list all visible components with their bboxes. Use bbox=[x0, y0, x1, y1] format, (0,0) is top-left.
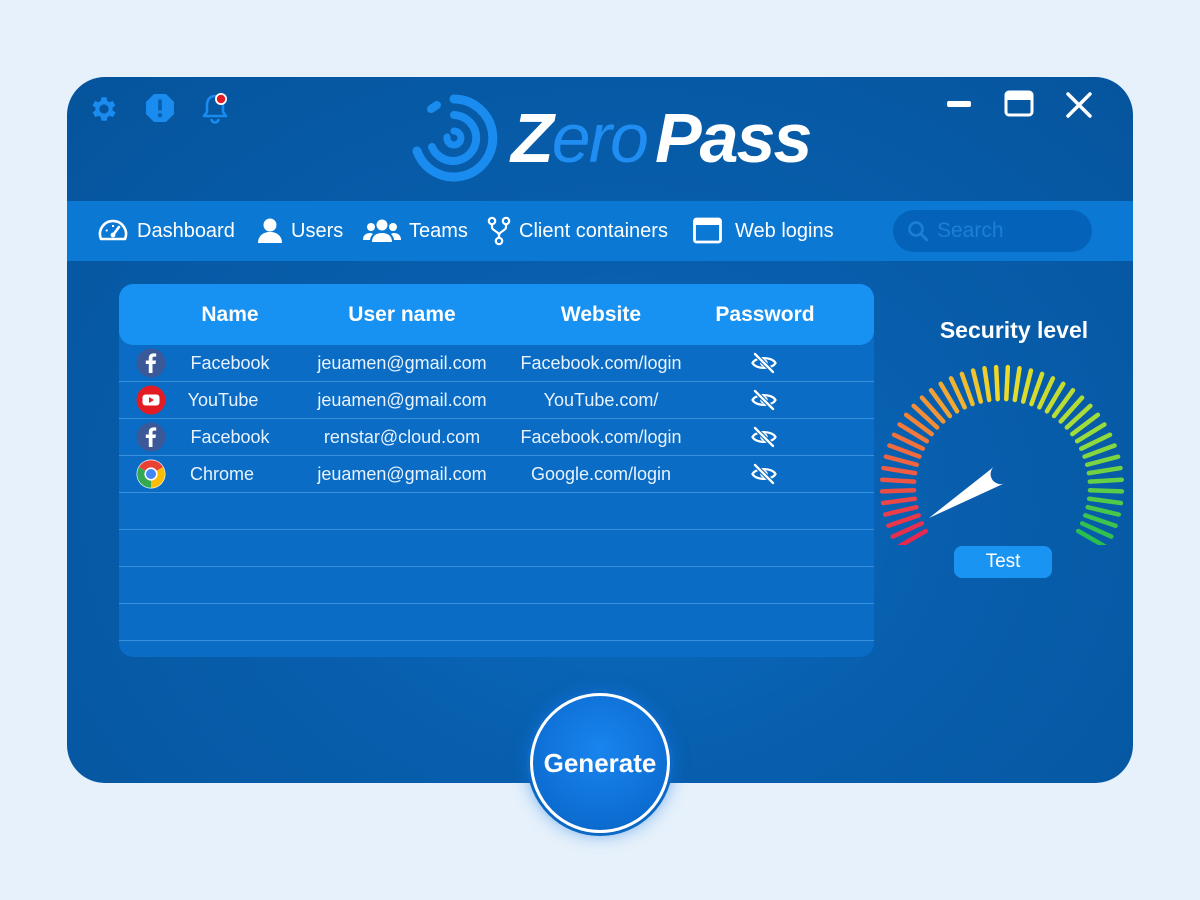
row-website: YouTube.com/ bbox=[543, 390, 659, 410]
gear-icon[interactable] bbox=[88, 93, 120, 130]
empty-row bbox=[119, 567, 874, 604]
row-name: Facebook bbox=[190, 427, 270, 447]
gauge-tick bbox=[881, 465, 918, 476]
team-icon bbox=[363, 219, 401, 242]
table-row[interactable]: Chrome jeuamen@gmail.com Google.com/logi… bbox=[119, 456, 874, 493]
logo-mark-icon bbox=[412, 94, 498, 182]
search-input[interactable] bbox=[937, 219, 1077, 243]
gauge-tick bbox=[993, 364, 1000, 402]
gauge-tick bbox=[879, 487, 917, 494]
gauge-tick bbox=[1083, 513, 1118, 528]
security-level-title: Security level bbox=[939, 317, 1089, 343]
nav-label-dashboard: Dashboard bbox=[137, 219, 235, 242]
app-window: Zero Pass Dashboard Users Teams Client co… bbox=[67, 77, 1133, 783]
nav-item-dashboard[interactable]: Dashboard bbox=[97, 201, 235, 261]
window-icon bbox=[693, 217, 722, 244]
gauge-tick bbox=[1012, 366, 1022, 403]
gauge-needle-shape bbox=[929, 465, 1006, 518]
nav-label-teams: Teams bbox=[409, 219, 468, 242]
eye-off-icon[interactable] bbox=[751, 352, 777, 374]
eye-off-icon[interactable] bbox=[751, 426, 777, 448]
row-username: jeuamen@gmail.com bbox=[317, 353, 487, 373]
nav-label-users: Users bbox=[291, 219, 344, 242]
table-row[interactable]: Facebook renstar@cloud.com Facebook.com/… bbox=[119, 419, 874, 456]
alert-icon[interactable] bbox=[144, 92, 176, 129]
row-website: Google.com/login bbox=[530, 464, 672, 484]
nav-item-users[interactable]: Users bbox=[257, 201, 343, 261]
gauge-tick bbox=[886, 513, 921, 528]
main-nav: Dashboard Users Teams Client containers … bbox=[67, 201, 1133, 261]
nav-item-teams[interactable]: Teams bbox=[363, 201, 468, 261]
header-name: Name bbox=[201, 303, 259, 326]
gauge-needle bbox=[929, 465, 1006, 518]
security-gauge bbox=[879, 364, 1125, 545]
header-password: Password bbox=[715, 303, 815, 326]
empty-row bbox=[119, 493, 874, 530]
eye-off-icon[interactable] bbox=[751, 463, 777, 485]
bell-icon[interactable] bbox=[199, 91, 231, 130]
gauge-tick bbox=[1084, 454, 1121, 467]
minimize-icon[interactable] bbox=[946, 97, 972, 115]
header-username: User name bbox=[348, 303, 456, 326]
gauge-tick bbox=[880, 496, 918, 506]
facebook-icon bbox=[136, 422, 166, 452]
nav-item-web-logins[interactable]: Web logins bbox=[693, 201, 834, 261]
app-logo: Zero Pass bbox=[407, 91, 827, 185]
gauge-tick bbox=[879, 477, 917, 484]
gauge-tick bbox=[1085, 504, 1122, 517]
row-website: Facebook.com/login bbox=[520, 353, 682, 373]
speedometer-icon bbox=[98, 219, 128, 241]
search-icon bbox=[908, 221, 929, 242]
search-box bbox=[893, 210, 1092, 252]
gauge-tick bbox=[982, 366, 992, 403]
gauge-tick bbox=[882, 504, 919, 517]
gauge-tick bbox=[1086, 465, 1123, 476]
gauge-tick bbox=[1086, 496, 1124, 506]
user-icon bbox=[258, 218, 282, 243]
gauge-tick bbox=[1004, 364, 1011, 402]
row-username: jeuamen@gmail.com bbox=[317, 390, 487, 410]
gauge-tick bbox=[1087, 477, 1125, 484]
gauge-tick bbox=[1087, 487, 1125, 494]
test-button[interactable]: Test bbox=[954, 546, 1052, 578]
gauge-tick bbox=[970, 368, 984, 404]
row-website: Facebook.com/login bbox=[520, 427, 682, 447]
empty-row bbox=[119, 530, 874, 567]
empty-row bbox=[119, 604, 874, 641]
nav-label-client-containers: Client containers bbox=[519, 219, 668, 242]
nav-item-client-containers[interactable]: Client containers bbox=[487, 201, 668, 261]
row-username: jeuamen@gmail.com bbox=[317, 464, 487, 484]
fork-icon bbox=[487, 216, 511, 246]
gauge-tick bbox=[1020, 368, 1034, 404]
nav-label-web-logins: Web logins bbox=[735, 219, 834, 242]
row-name: YouTube bbox=[187, 390, 259, 410]
table-row[interactable]: YouTube jeuamen@gmail.com YouTube.com/ bbox=[119, 382, 874, 419]
row-name: Chrome bbox=[189, 464, 255, 484]
row-username: renstar@cloud.com bbox=[323, 427, 481, 447]
table-row[interactable]: Facebook jeuamen@gmail.com Facebook.com/… bbox=[119, 345, 874, 382]
row-name: Facebook bbox=[190, 353, 270, 373]
credentials-table: Name User name Website Password Facebook… bbox=[119, 284, 874, 657]
gauge-tick bbox=[883, 454, 920, 467]
logo-text: Zero Pass bbox=[511, 99, 812, 177]
eye-off-icon[interactable] bbox=[751, 389, 777, 411]
generate-button[interactable]: Generate bbox=[530, 693, 670, 833]
maximize-icon[interactable] bbox=[1004, 90, 1034, 123]
header-website: Website bbox=[560, 303, 642, 326]
table-header: Name User name Website Password bbox=[119, 284, 874, 345]
facebook-icon bbox=[136, 348, 166, 378]
close-icon[interactable] bbox=[1065, 91, 1093, 124]
